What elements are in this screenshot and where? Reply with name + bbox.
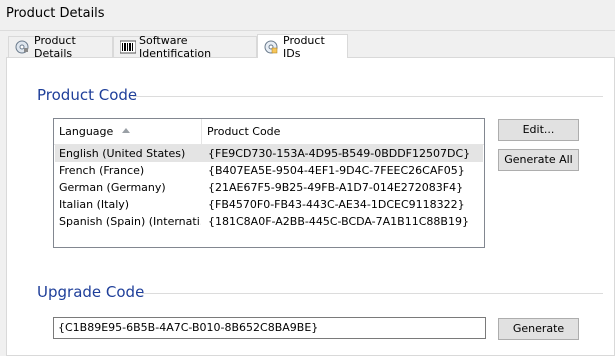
generate-button[interactable]: Generate: [498, 318, 579, 340]
dialog-title-bar: Product Details: [0, 0, 615, 31]
language-cell: Spanish (Spain) (Internati...: [59, 215, 201, 228]
generate-all-button[interactable]: Generate All: [498, 149, 579, 171]
dialog-title: Product Details: [6, 6, 105, 21]
tab-product-details[interactable]: Product Details: [8, 34, 113, 60]
code-cell: {FB4570F0-FB43-443C-AE34-1DCEC9118322}: [208, 198, 465, 211]
disc-id-icon: [264, 40, 278, 54]
gear-cd-icon: [15, 40, 29, 54]
edit-button[interactable]: Edit...: [498, 119, 579, 141]
list-item[interactable]: Italian (Italy) {FB4570F0-FB43-443C-AE34…: [55, 196, 483, 213]
product-code-heading: Product Code: [37, 86, 138, 104]
sort-ascending-icon: [122, 128, 130, 133]
barcode-icon: [119, 40, 137, 54]
tab-strip: Product Details Software Identification …: [0, 33, 615, 60]
tab-label: Product IDs: [283, 33, 325, 60]
code-cell: {21AE67F5-9B25-49FB-A1D7-014E272083F4}: [208, 181, 464, 194]
language-cell: French (France): [59, 164, 145, 177]
product-code-divider: [133, 96, 603, 97]
list-item[interactable]: German (Germany) {21AE67F5-9B25-49FB-A1D…: [55, 179, 483, 196]
list-header: Language Product Code: [54, 119, 484, 145]
language-cell: German (Germany): [59, 181, 166, 194]
tab-software-identification[interactable]: Software Identification: [113, 34, 257, 60]
upgrade-code-field[interactable]: {C1B89E95-6B5B-4A7C-B010-8B652C8BA9BE}: [53, 317, 486, 339]
upgrade-code-divider: [142, 293, 603, 294]
column-header-language[interactable]: Language: [54, 119, 202, 144]
upgrade-code-heading: Upgrade Code: [37, 283, 145, 301]
language-cell: Italian (Italy): [59, 198, 130, 211]
tab-product-ids[interactable]: Product IDs: [257, 33, 348, 60]
code-cell: {B407EA5E-9504-4EF1-9D4C-7FEEC26CAF05}: [208, 164, 465, 177]
code-cell: {181C8A0F-A2BB-445C-BCDA-7A1B11C88B19}: [208, 215, 469, 228]
list-item[interactable]: French (France) {B407EA5E-9504-4EF1-9D4C…: [55, 162, 483, 179]
list-item[interactable]: Spanish (Spain) (Internati... {181C8A0F-…: [55, 213, 483, 230]
product-code-list[interactable]: Language Product Code English (United St…: [53, 118, 485, 248]
column-header-product-code[interactable]: Product Code: [202, 119, 484, 144]
language-cell: English (United States): [59, 147, 186, 160]
code-cell: {FE9CD730-153A-4D95-B549-0BDDF12507DC}: [208, 147, 471, 160]
list-item[interactable]: English (United States) {FE9CD730-153A-4…: [55, 145, 483, 162]
